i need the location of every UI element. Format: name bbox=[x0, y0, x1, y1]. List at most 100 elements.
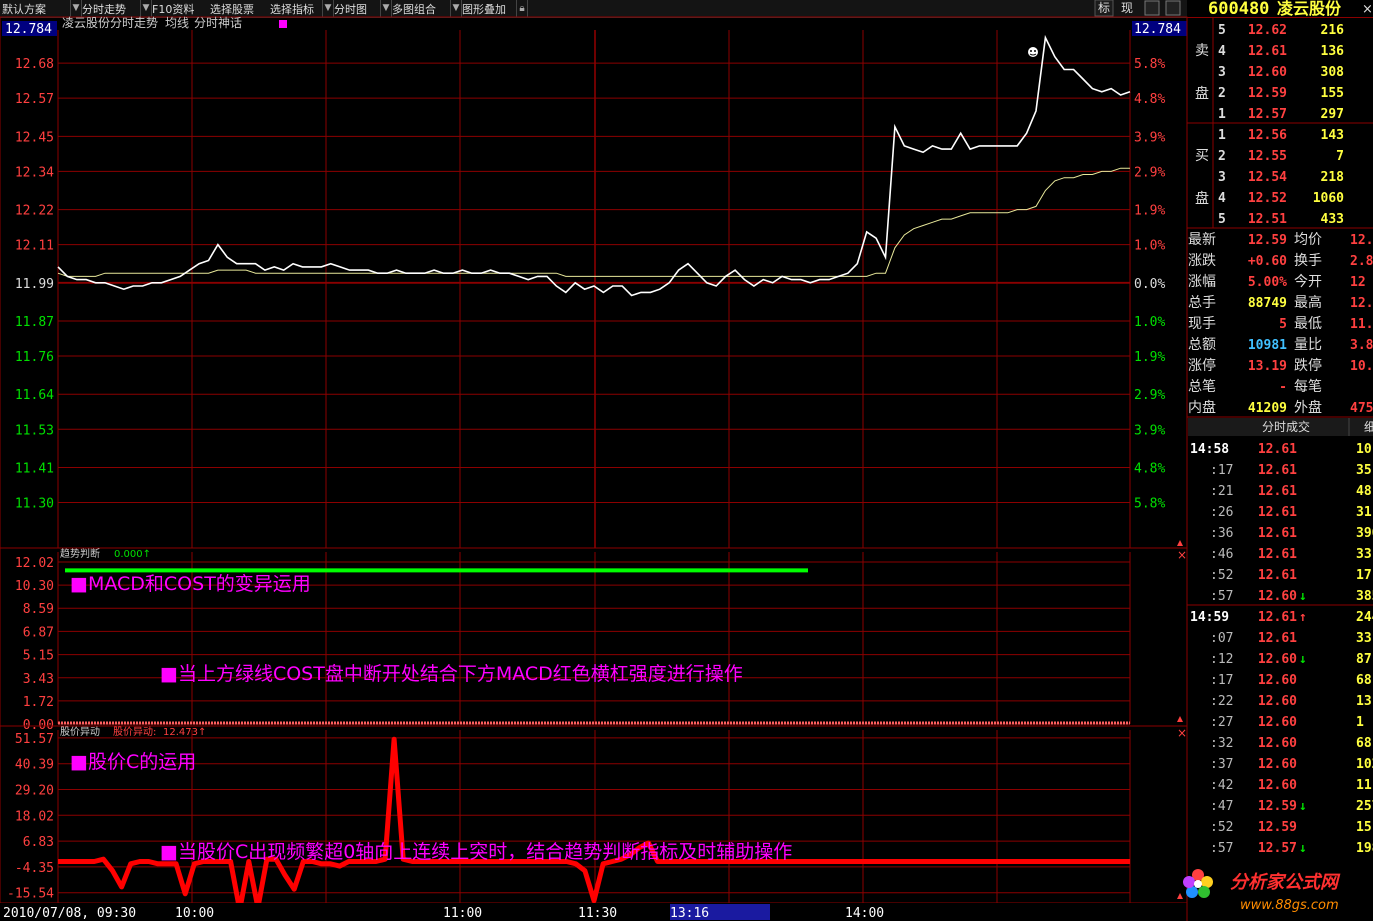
trade-row[interactable]: :52 12.61 17 bbox=[1210, 568, 1372, 583]
trade-volume: 198 bbox=[1356, 841, 1373, 856]
trade-price: 12.60 bbox=[1258, 715, 1297, 730]
trade-time: :26 bbox=[1210, 505, 1233, 520]
trade-volume: 33 bbox=[1356, 631, 1372, 646]
trade-row[interactable]: 14:59 12.61↑ 244 bbox=[1190, 610, 1373, 625]
buy-level: 4 bbox=[1218, 191, 1226, 206]
stat-value-2: 2.84 bbox=[1350, 254, 1373, 269]
logo: 分析家公式网 www.88gs.com bbox=[1183, 869, 1341, 913]
logo-text: 分析家公式网 bbox=[1230, 872, 1341, 893]
trade-row[interactable]: :52 12.59 15 bbox=[1210, 820, 1372, 835]
stat-label-2: 均价 bbox=[1294, 232, 1322, 248]
stat-value: 13.19 bbox=[1248, 359, 1287, 374]
y-tick-label: 18.02 bbox=[15, 809, 54, 824]
panel3-label: 股价异动: bbox=[113, 726, 156, 738]
trade-price: 12.61 bbox=[1258, 547, 1297, 562]
scroll-up-icon[interactable] bbox=[1177, 540, 1183, 546]
scroll-up-icon[interactable] bbox=[1177, 893, 1183, 899]
buy-level: 2 bbox=[1218, 149, 1226, 164]
trade-row[interactable]: :26 12.61 31 bbox=[1210, 505, 1372, 520]
buy-level: 3 bbox=[1218, 170, 1226, 185]
panel3-grid bbox=[57, 730, 1131, 903]
trade-row[interactable]: :21 12.61 48 bbox=[1210, 484, 1372, 499]
trade-row[interactable]: :27 12.60 1 bbox=[1210, 715, 1364, 730]
tab-xian[interactable]: 现 bbox=[1121, 1, 1133, 15]
sell-volume: 297 bbox=[1321, 107, 1344, 122]
trade-row[interactable]: :32 12.60 68 bbox=[1210, 736, 1372, 751]
stat-label-2: 最低 bbox=[1294, 316, 1322, 332]
y-tick-label: 10.30 bbox=[15, 579, 54, 594]
trade-time: :21 bbox=[1210, 484, 1233, 499]
y-tick-label: 12.34 bbox=[15, 165, 54, 180]
y-tick-label: 11.41 bbox=[15, 461, 54, 476]
y-tick-label: 11.76 bbox=[15, 350, 54, 365]
trade-volume: 15 bbox=[1356, 820, 1372, 835]
trade-row[interactable]: :37 12.60 102 bbox=[1210, 757, 1373, 772]
trade-row[interactable]: :22 12.60 13 bbox=[1210, 694, 1372, 709]
trade-row[interactable]: 14:58 12.61 10 bbox=[1190, 442, 1372, 457]
panel2-title: 趋势判断 bbox=[60, 547, 100, 560]
trade-row[interactable]: :57 12.57↓ 198 bbox=[1210, 841, 1373, 856]
trade-row[interactable]: :17 12.61 35 bbox=[1210, 463, 1372, 478]
sell-price: 12.61 bbox=[1248, 44, 1287, 59]
trade-row[interactable]: :07 12.61 33 bbox=[1210, 631, 1372, 646]
trade-time: :27 bbox=[1210, 715, 1233, 730]
trade-volume: 11 bbox=[1356, 778, 1372, 793]
window-icon[interactable] bbox=[1144, 0, 1160, 16]
trade-row[interactable]: :12 12.60 ↓ 87 bbox=[1210, 652, 1372, 667]
time-label-1000: 10:00 bbox=[175, 906, 214, 921]
stat-value: 41209 bbox=[1248, 401, 1287, 416]
close-icon[interactable]: × bbox=[1177, 726, 1187, 740]
trade-volume: 17 bbox=[1356, 568, 1372, 583]
y-tick-label-pct: 5.8% bbox=[1134, 57, 1165, 72]
y-tick-label-pct: 3.9% bbox=[1134, 130, 1165, 145]
main-axis-ticks: 12.68 5.8% 12.57 4.8% 12.45 3.9% 12.34 2.9% 12.2… bbox=[15, 57, 1166, 511]
trade-price: 12.59 bbox=[1258, 799, 1297, 814]
close-icon[interactable]: × bbox=[1177, 548, 1187, 562]
y-tick-label: 51.57 bbox=[15, 732, 54, 747]
scroll-up-icon[interactable] bbox=[1177, 716, 1183, 722]
smiley-icon bbox=[1028, 47, 1038, 57]
trade-row[interactable]: :57 12.60↓ 385 bbox=[1210, 589, 1373, 604]
panel-toggle-icon[interactable] bbox=[1165, 0, 1181, 16]
trade-row[interactable]: :36 12.61 390 bbox=[1210, 526, 1373, 541]
trade-volume: 13 bbox=[1356, 694, 1372, 709]
trade-volume: 244 bbox=[1356, 610, 1373, 625]
trade-row[interactable]: :42 12.60 11 bbox=[1210, 778, 1372, 793]
main-series bbox=[57, 34, 1131, 297]
y-tick-label-pct: 2.9% bbox=[1134, 388, 1165, 403]
logo-url: www.88gs.com bbox=[1240, 898, 1339, 913]
trade-row[interactable]: :17 12.60 68 bbox=[1210, 673, 1372, 688]
trades-list[interactable]: 14:58 12.61 10:17 12.61 35:21 12.61 48:26 12.61… bbox=[1190, 442, 1373, 856]
time-label-start: 2010/07/08, 09:30 bbox=[3, 906, 136, 921]
trade-volume: 35 bbox=[1356, 463, 1372, 478]
y-tick-label: 12.22 bbox=[15, 204, 54, 219]
stat-label: 现手 bbox=[1188, 316, 1216, 332]
stat-value-2: 12.3 bbox=[1350, 233, 1373, 248]
top-price-right: 12.784 bbox=[1134, 22, 1181, 37]
trade-price: 12.61 bbox=[1258, 484, 1297, 499]
stat-label: 涨停 bbox=[1188, 357, 1216, 374]
buy-price: 12.51 bbox=[1248, 212, 1287, 227]
trade-price: 12.60 bbox=[1258, 589, 1297, 604]
close-icon[interactable]: × bbox=[1362, 2, 1373, 17]
trade-row[interactable]: :47 12.59↓ 257 bbox=[1210, 799, 1373, 814]
trade-price: 12.61 bbox=[1258, 610, 1297, 625]
sell-price: 12.57 bbox=[1248, 107, 1287, 122]
trade-price: 12.60 bbox=[1258, 694, 1297, 709]
y-tick-label: 11.87 bbox=[15, 315, 54, 330]
tab-biao[interactable]: 标 bbox=[1098, 1, 1110, 15]
y-tick-label-pct: 0.0% bbox=[1134, 277, 1165, 292]
stat-label-2: 最高 bbox=[1294, 294, 1322, 311]
y-tick-label-pct: 3.9% bbox=[1134, 423, 1165, 438]
y-tick-label-pct: 5.8% bbox=[1134, 496, 1165, 511]
buy-level: 5 bbox=[1218, 212, 1226, 227]
trade-price: 12.60 bbox=[1258, 736, 1297, 751]
trade-time: :42 bbox=[1210, 778, 1233, 793]
y-tick-label: 12.57 bbox=[15, 92, 54, 107]
trade-row[interactable]: :46 12.61 33 bbox=[1210, 547, 1372, 562]
buy-label-2: 盘 bbox=[1195, 190, 1209, 207]
panel2-annotation-1: ■MACD和COST的变异运用 bbox=[70, 573, 311, 595]
sell-price: 12.60 bbox=[1248, 65, 1287, 80]
panel3-annotation-1: ■股价C的运用 bbox=[70, 751, 196, 773]
panel3-annotation-2: ■当股价C出现频繁超0轴向上连续上突时，结合趋势判断指标及时辅助操作 bbox=[160, 841, 792, 863]
